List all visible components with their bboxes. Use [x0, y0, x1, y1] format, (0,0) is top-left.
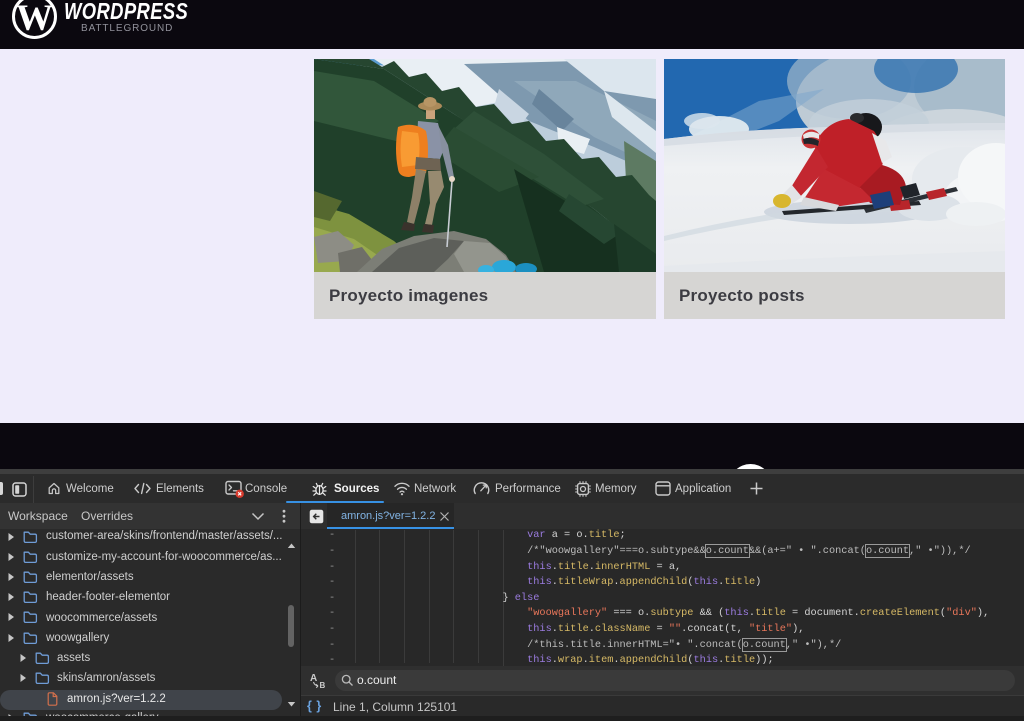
svg-text:B: B: [320, 681, 326, 689]
